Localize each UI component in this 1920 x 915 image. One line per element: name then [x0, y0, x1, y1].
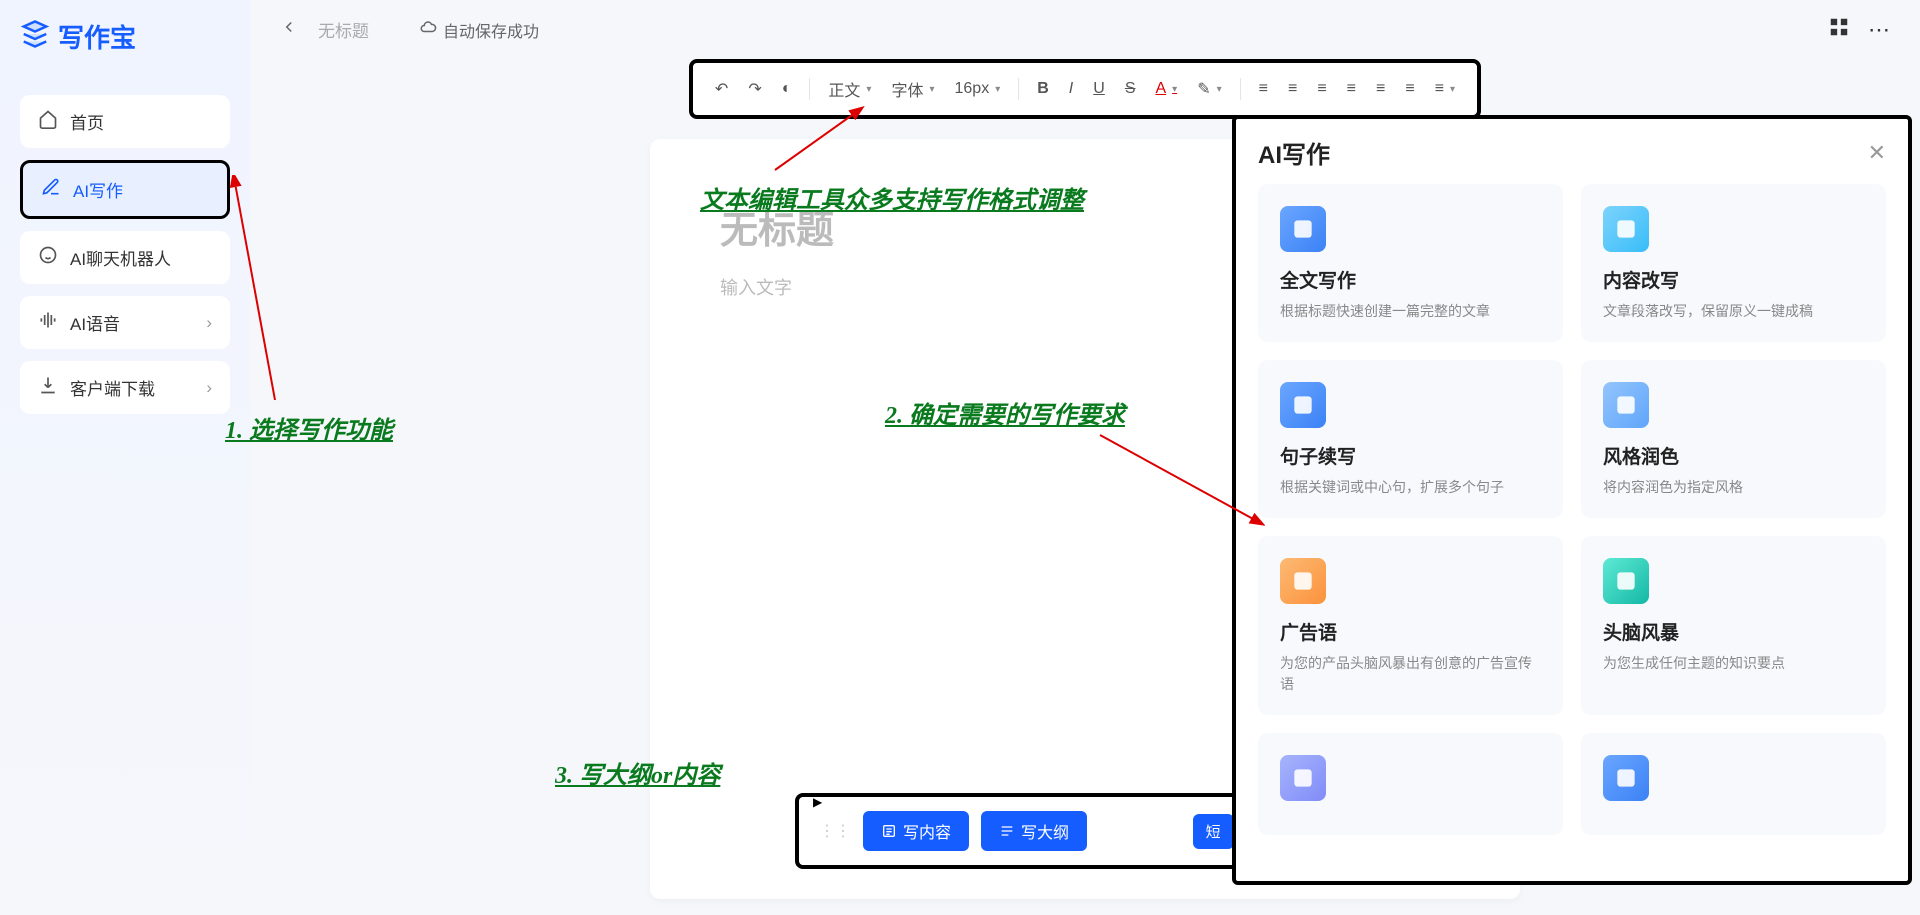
undo-button[interactable]: ↶	[707, 73, 736, 105]
sidebar-item-label: 首页	[70, 109, 104, 134]
sidebar-item-label: AI写作	[73, 177, 123, 202]
drag-handle-icon[interactable]: ⋮⋮	[819, 821, 851, 841]
highlight-button[interactable]: ✎	[1189, 73, 1229, 105]
close-icon[interactable]: ✕	[1868, 140, 1886, 166]
chevron-right-icon: ›	[206, 313, 212, 333]
editor-toolbar: ↶ ↷ ◐ 正文 字体 16px B I U S A ✎ ≡ ≡ ≡ ≡ ≡	[689, 59, 1481, 119]
cloud-icon	[419, 18, 437, 41]
ai-card-title: 内容改写	[1603, 266, 1864, 293]
ai-card-3[interactable]: 风格润色 将内容润色为指定风格	[1581, 360, 1886, 518]
ai-card-icon	[1603, 382, 1649, 428]
sidebar-item-label: 客户端下载	[70, 375, 155, 400]
ai-card-title: 头脑风暴	[1603, 618, 1864, 645]
home-icon	[38, 109, 58, 134]
ai-card-desc: 将内容润色为指定风格	[1603, 477, 1864, 498]
ai-card-7[interactable]	[1581, 733, 1886, 835]
redo-button[interactable]: ↷	[740, 73, 769, 105]
app-logo[interactable]: 写作宝	[20, 18, 230, 55]
align-center-button[interactable]: ≡	[1339, 74, 1364, 104]
ai-card-desc: 为您的产品头脑风暴出有创意的广告宣传语	[1280, 653, 1541, 695]
ai-card-desc: 根据标题快速创建一篇完整的文章	[1280, 301, 1541, 322]
main-area: 无标题 自动保存成功 ⋯ ↶ ↷ ◐ 正文 字体 16px B I	[250, 0, 1920, 915]
write-outline-button[interactable]: 写大纲	[981, 811, 1087, 851]
chevron-right-icon: ›	[206, 378, 212, 398]
list-unordered-button[interactable]: ≡	[1427, 74, 1463, 104]
text-color-button[interactable]: A	[1147, 74, 1185, 104]
sidebar-item-home[interactable]: 首页	[20, 95, 230, 148]
font-dropdown[interactable]: 字体	[883, 71, 942, 107]
back-button[interactable]	[280, 18, 298, 41]
clear-format-button[interactable]: ◐	[774, 74, 800, 104]
ai-card-icon	[1280, 558, 1326, 604]
ai-card-desc: 为您生成任何主题的知识要点	[1603, 653, 1864, 674]
logo-icon	[20, 19, 50, 54]
sidebar-item-label: AI语音	[70, 310, 120, 335]
sidebar-item-download[interactable]: 客户端下载 ›	[20, 361, 230, 414]
ai-card-desc: 根据关键词或中心句，扩展多个句子	[1280, 477, 1541, 498]
ai-card-title: 风格润色	[1603, 442, 1864, 469]
ai-card-desc: 文章段落改写，保留原义一键成稿	[1603, 301, 1864, 322]
underline-button[interactable]: U	[1085, 74, 1113, 104]
autosave-status: 自动保存成功	[419, 18, 539, 42]
sidebar-item-label: AI聊天机器人	[70, 245, 171, 270]
paragraph-style-dropdown[interactable]: 正文	[820, 71, 879, 107]
edit-icon	[41, 177, 61, 202]
ai-card-6[interactable]	[1258, 733, 1563, 835]
italic-button[interactable]: I	[1061, 74, 1081, 104]
length-short-button[interactable]: 短	[1193, 814, 1234, 849]
bold-button[interactable]: B	[1029, 74, 1057, 104]
ai-panel: AI写作 ✕ 全文写作 根据标题快速创建一篇完整的文章 内容改写 文章段落改写，…	[1232, 115, 1912, 885]
doc-title: 无标题	[318, 17, 369, 42]
download-icon	[38, 375, 58, 400]
strike-button[interactable]: S	[1117, 74, 1144, 104]
sidebar-item-ai-audio[interactable]: AI语音 ›	[20, 296, 230, 349]
ai-card-icon	[1603, 206, 1649, 252]
app-name: 写作宝	[58, 18, 136, 55]
ai-card-2[interactable]: 句子续写 根据关键词或中心句，扩展多个句子	[1258, 360, 1563, 518]
ai-card-icon	[1280, 382, 1326, 428]
write-content-button[interactable]: 写内容	[863, 811, 969, 851]
font-size-dropdown[interactable]: 16px	[947, 74, 1009, 104]
ai-card-icon	[1280, 755, 1326, 801]
ai-card-1[interactable]: 内容改写 文章段落改写，保留原义一键成稿	[1581, 184, 1886, 342]
audio-icon	[38, 310, 58, 335]
align-right-button[interactable]: ≡	[1368, 74, 1393, 104]
ai-card-title: 广告语	[1280, 618, 1541, 645]
align-left-button[interactable]: ≡	[1309, 74, 1334, 104]
list-ordered-button[interactable]: ≡	[1397, 74, 1422, 104]
ai-panel-title: AI写作	[1258, 135, 1330, 170]
ai-card-title: 全文写作	[1280, 266, 1541, 293]
ai-card-5[interactable]: 头脑风暴 为您生成任何主题的知识要点	[1581, 536, 1886, 715]
indent-decrease-button[interactable]: ≡	[1251, 74, 1276, 104]
ai-card-0[interactable]: 全文写作 根据标题快速创建一篇完整的文章	[1258, 184, 1563, 342]
indent-increase-button[interactable]: ≡	[1280, 74, 1305, 104]
ai-card-icon	[1603, 755, 1649, 801]
ai-card-title: 句子续写	[1280, 442, 1541, 469]
sidebar: 写作宝 首页 AI写作 AI聊天机器人 AI语音 › 客户端下载 ›	[0, 0, 250, 915]
ai-card-icon	[1603, 558, 1649, 604]
grid-icon[interactable]	[1828, 16, 1850, 43]
chat-icon	[38, 245, 58, 270]
ai-card-icon	[1280, 206, 1326, 252]
topbar: 无标题 自动保存成功 ⋯	[250, 0, 1920, 59]
sidebar-item-ai-chat[interactable]: AI聊天机器人	[20, 231, 230, 284]
more-icon[interactable]: ⋯	[1868, 17, 1890, 43]
sidebar-item-ai-write[interactable]: AI写作	[20, 160, 230, 219]
ai-card-4[interactable]: 广告语 为您的产品头脑风暴出有创意的广告宣传语	[1258, 536, 1563, 715]
